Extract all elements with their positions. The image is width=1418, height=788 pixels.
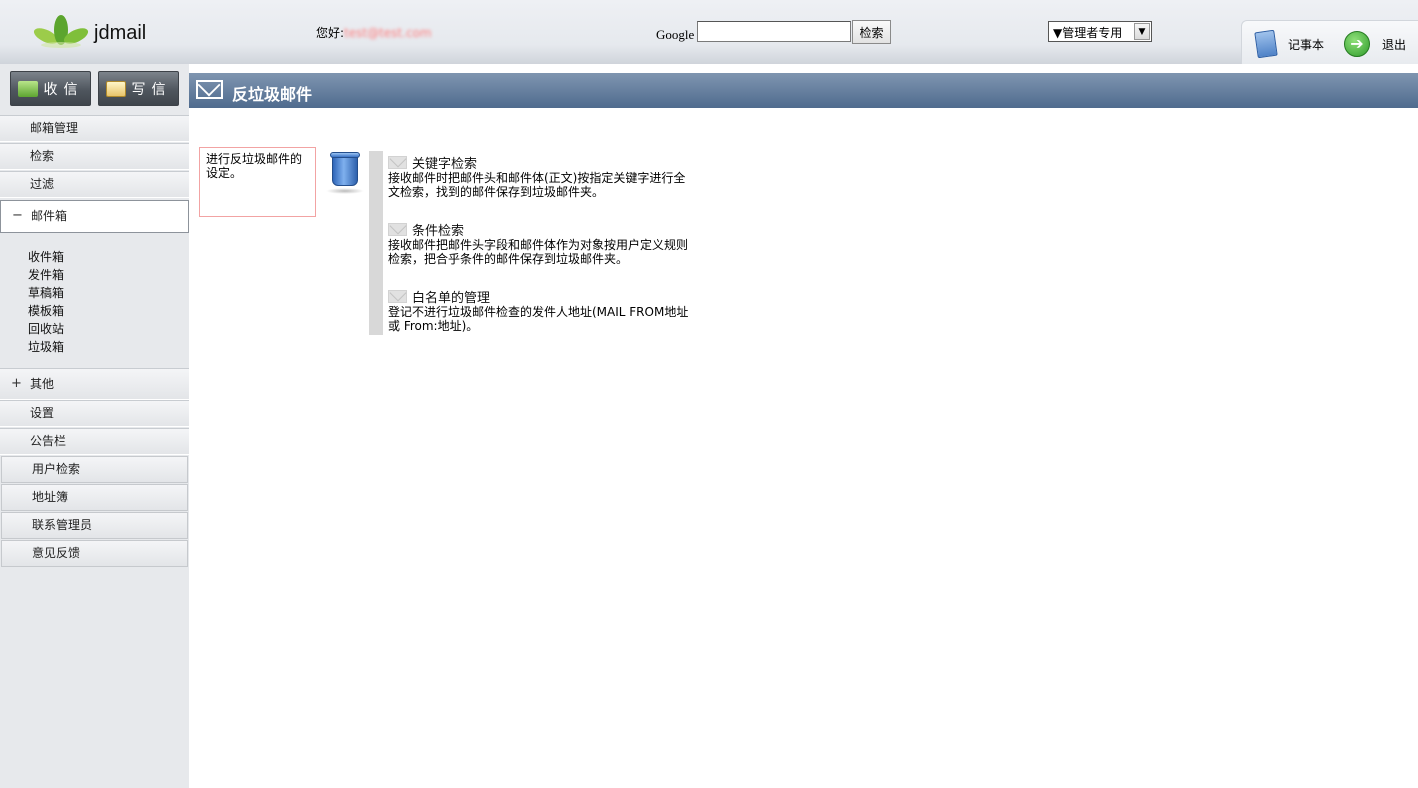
app-name: jdmail [94, 22, 147, 44]
envelope-icon [388, 222, 407, 236]
notepad-icon [1252, 29, 1278, 59]
sidebar-item-label: 用户检索 [32, 462, 81, 476]
sidebar-item-feedback[interactable]: 意见反馈 [1, 540, 188, 567]
envelope-icon [388, 289, 407, 303]
sidebar-item-label: 邮箱管理 [30, 121, 79, 135]
sidebar-item-label: 地址簿 [32, 490, 69, 504]
inbox-download-icon [17, 80, 38, 97]
chevron-down-icon: ▼ [1134, 23, 1150, 40]
logout-link[interactable]: ➔ 退出 [1344, 31, 1406, 57]
admin-select-value: ▼管理者专用 [1053, 26, 1123, 40]
sidebar-item-contact-admin[interactable]: 联系管理员 [1, 512, 188, 539]
sidebar-item-label: 设置 [30, 406, 55, 420]
sidebar-item-settings[interactable]: 设置 [0, 400, 189, 427]
feature-keyword-search[interactable]: 关键字检索 接收邮件时把邮件头和邮件体(正文)按指定关键字进行全文检索，找到的邮… [388, 153, 698, 199]
envelope-icon [388, 155, 407, 169]
sidebar-item-label: 邮件箱 [31, 209, 68, 223]
google-label: Google [656, 27, 695, 42]
page-description: 进行反垃圾邮件的设定。 [199, 147, 316, 217]
write-mail-button[interactable]: 写信 [98, 71, 179, 106]
feature-condition-search[interactable]: 条件检索 接收邮件把邮件头字段和邮件体作为对象按用户定义规则检索，把合乎条件的邮… [388, 220, 698, 266]
page-title: 反垃圾邮件 [232, 85, 313, 104]
feature-description: 接收邮件把邮件头字段和邮件体作为对象按用户定义规则检索，把合乎条件的邮件保存到垃… [388, 238, 689, 266]
compose-icon [105, 80, 126, 97]
top-right-panel: 记事本 ➔ 退出 [1241, 20, 1418, 64]
sidebar-item-label: 过滤 [30, 177, 55, 191]
user-greeting: 您好:test@test.com [316, 24, 432, 41]
feature-whitelist[interactable]: 白名单的管理 登记不进行垃圾邮件检查的发件人地址(MAIL FROM地址或 Fr… [388, 287, 698, 333]
sidebar-item-bulletin[interactable]: 公告栏 [0, 428, 189, 455]
sidebar-item-other[interactable]: + 其他 [0, 368, 189, 400]
app-logo[interactable]: jdmail [32, 14, 162, 50]
receive-mail-button[interactable]: 收信 [10, 71, 91, 106]
mailbox-templates[interactable]: 模板箱 [28, 302, 64, 320]
mailbox-list: 收件箱 发件箱 草稿箱 模板箱 回收站 垃圾箱 [28, 248, 64, 356]
notepad-link[interactable]: 记事本 [1252, 29, 1324, 59]
google-search-input[interactable] [697, 21, 851, 42]
logout-label: 退出 [1382, 37, 1407, 52]
exit-arrow-icon: ➔ [1344, 31, 1370, 57]
notepad-label: 记事本 [1288, 37, 1325, 52]
feature-description: 登记不进行垃圾邮件检查的发件人地址(MAIL FROM地址或 From:地址)。 [388, 305, 689, 333]
write-button-label: 写信 [131, 81, 172, 98]
expand-icon: + [11, 376, 22, 391]
sidebar-item-filter[interactable]: 过滤 [0, 171, 189, 198]
collapse-icon: − [12, 208, 23, 223]
sidebar-item-label: 联系管理员 [32, 518, 93, 532]
page-header: 反垃圾邮件 [189, 73, 1418, 108]
receive-button-label: 收信 [43, 81, 84, 98]
mailbox-inbox[interactable]: 收件箱 [28, 248, 64, 266]
google-search-button[interactable]: 检索 [852, 20, 891, 44]
sidebar: 收信 写信 邮箱管理 检索 过滤 − 邮件箱 收件箱 发件箱 草稿箱 模板箱 回… [0, 64, 189, 788]
mailbox-drafts[interactable]: 草稿箱 [28, 284, 64, 302]
mailbox-sent[interactable]: 发件箱 [28, 266, 64, 284]
feature-title[interactable]: 条件检索 [412, 220, 464, 239]
admin-select[interactable]: ▼管理者专用 ▼ [1048, 21, 1152, 42]
divider [369, 151, 383, 335]
sidebar-item-search[interactable]: 检索 [0, 143, 189, 170]
mailbox-spam[interactable]: 垃圾箱 [28, 338, 64, 356]
top-header: jdmail 您好:test@test.com Google 检索 ▼管理者专用… [0, 0, 1418, 64]
mailbox-trash[interactable]: 回收站 [28, 320, 64, 338]
user-email: test@test.com [344, 26, 432, 40]
envelope-icon [196, 80, 223, 99]
feature-title[interactable]: 白名单的管理 [412, 287, 490, 306]
sidebar-item-mailboxes[interactable]: − 邮件箱 [0, 200, 189, 233]
trash-can-icon [326, 150, 366, 196]
sidebar-item-user-search[interactable]: 用户检索 [1, 456, 188, 483]
sidebar-item-label: 检索 [30, 149, 55, 163]
sidebar-item-mailbox-management[interactable]: 邮箱管理 [0, 115, 189, 142]
sidebar-item-label: 意见反馈 [32, 546, 81, 560]
leaf-logo-icon [33, 15, 89, 48]
sidebar-item-label: 公告栏 [30, 434, 67, 448]
feature-description: 接收邮件时把邮件头和邮件体(正文)按指定关键字进行全文检索，找到的邮件保存到垃圾… [388, 171, 686, 199]
sidebar-item-address-book[interactable]: 地址簿 [1, 484, 188, 511]
sidebar-item-label: 其他 [30, 377, 55, 391]
feature-title[interactable]: 关键字检索 [412, 153, 477, 172]
greeting-label: 您好: [316, 26, 345, 40]
